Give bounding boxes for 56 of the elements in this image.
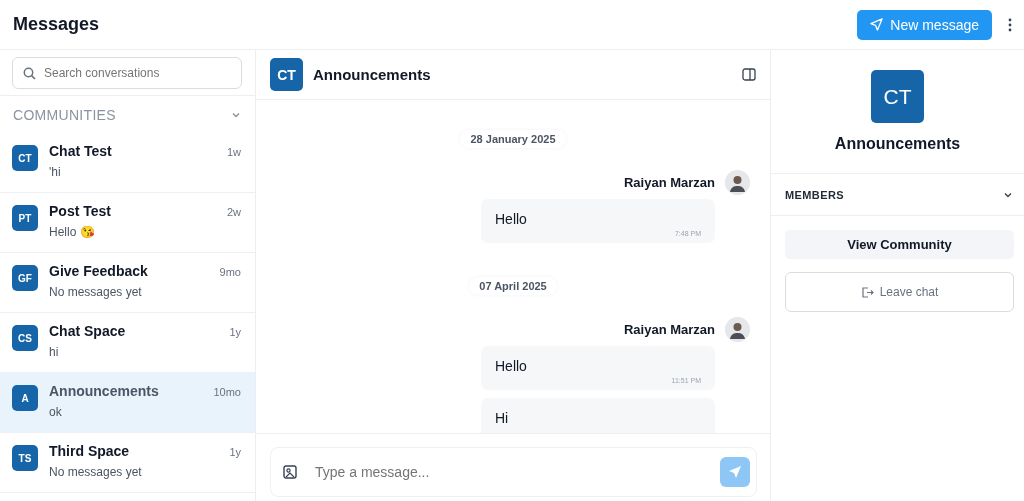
- conversation-time: 10mo: [213, 386, 241, 398]
- sender-name: Raiyan Marzan: [623, 322, 715, 337]
- conversation-name: Post Test: [49, 203, 111, 219]
- community-avatar: CT: [871, 70, 924, 123]
- conversation-time: 1w: [226, 146, 241, 158]
- conversation-item[interactable]: CT Chat Test 1w 'hi: [0, 133, 255, 193]
- conversation-time: 2w: [226, 206, 241, 218]
- community-avatar: GF: [12, 265, 38, 291]
- community-avatar: CT: [270, 58, 303, 91]
- conversation-time: 1y: [229, 446, 241, 458]
- community-name: Announcements: [834, 135, 961, 153]
- community-avatar: TS: [12, 445, 38, 471]
- exit-icon: [860, 285, 874, 299]
- search-icon: [23, 66, 36, 80]
- conversation-name: Third Space: [49, 443, 130, 459]
- conversation-time: 1y: [229, 326, 241, 338]
- message-field[interactable]: Type a message...: [270, 447, 757, 497]
- search-field[interactable]: Search conversations: [12, 57, 242, 89]
- message-preview: No messages yet: [49, 285, 143, 299]
- conversation-item[interactable]: PT Post Test 2w Hello 😘: [0, 193, 255, 253]
- more-options-icon[interactable]: [1008, 17, 1012, 32]
- community-avatar: CS: [12, 325, 38, 351]
- sender-name: Raiyan Marzan: [623, 175, 715, 190]
- conversation-name: Announcements: [49, 383, 159, 399]
- side-panel-icon[interactable]: [742, 68, 756, 81]
- conversation-time: 9mo: [219, 266, 241, 278]
- image-icon[interactable]: [283, 465, 297, 479]
- leave-chat-button[interactable]: Leave chat: [785, 272, 1014, 312]
- conversation-item[interactable]: A Announcements 10mo ok: [0, 373, 255, 433]
- message-preview: hi: [49, 345, 60, 359]
- message-preview: ok: [49, 405, 63, 419]
- conversation-name: Give Feedback: [49, 263, 148, 279]
- date-divider: 28 January 2025: [460, 130, 566, 148]
- community-avatar: A: [12, 385, 38, 411]
- conversation-item[interactable]: GF Give Feedback 9mo No messages yet: [0, 253, 255, 313]
- message-text: Hello: [495, 211, 528, 227]
- message-input[interactable]: Type a message...: [313, 463, 704, 481]
- section-label: COMMUNITIES: [13, 106, 116, 123]
- conversation-item[interactable]: TS Third Space 1y No messages yet: [0, 433, 255, 493]
- members-label: MEMBERS: [785, 188, 845, 201]
- page-title: Messages: [13, 14, 101, 35]
- conversation-name: Chat Test: [49, 143, 112, 159]
- send-icon: [728, 465, 742, 479]
- community-avatar: CT: [12, 145, 38, 171]
- search-input[interactable]: Search conversations: [44, 66, 231, 80]
- date-divider: 07 April 2025: [469, 277, 557, 295]
- message-preview: 'hi: [49, 165, 62, 179]
- message-text: Hi: [495, 410, 510, 426]
- view-community-button[interactable]: View Community: [785, 230, 1014, 259]
- chat-title: Announcements: [313, 66, 432, 83]
- community-avatar: PT: [12, 205, 38, 231]
- message-text: Hello: [495, 358, 528, 374]
- message-preview: No messages yet: [49, 465, 143, 479]
- conversation-name: Chat Space: [49, 323, 126, 339]
- message-preview: Hello 😘: [49, 225, 96, 239]
- send-icon: [870, 18, 884, 31]
